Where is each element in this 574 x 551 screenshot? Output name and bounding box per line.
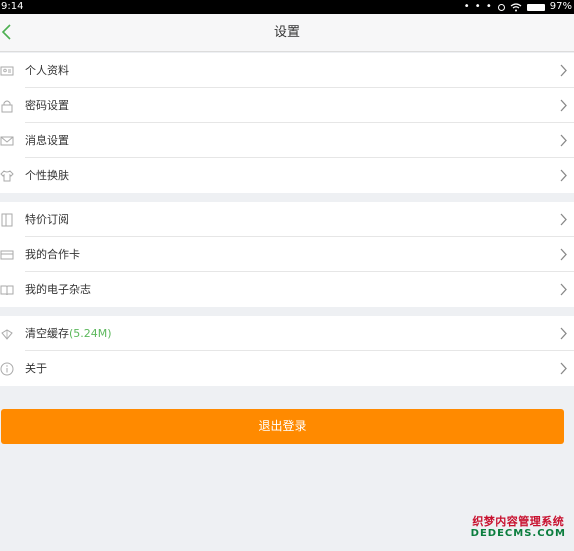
settings-item-label: 个性换肤 [25,169,69,182]
settings-item-profile[interactable]: 个人资料 [0,53,574,88]
settings-item-clear-cache[interactable]: 清空缓存(5.24M) [0,316,574,351]
chevron-right-icon [560,362,567,375]
chevron-right-icon [560,64,567,77]
watermark-line1: 织梦内容管理系统 [472,515,565,528]
book-icon [1,213,13,227]
watermark-line2: DEDECMS.COM [470,528,566,539]
settings-item-label: 消息设置 [25,134,69,147]
lock-icon [1,100,13,113]
settings-item-password[interactable]: 密码设置 [0,88,574,123]
logout-button[interactable]: 退出登录 [1,409,564,444]
settings-item-skin[interactable]: 个性换肤 [0,158,574,193]
settings-item-label: 关于 [25,362,47,375]
settings-group-account: 个人资料 密码设置 消息设置 个性换肤 [0,53,574,193]
chevron-right-icon [560,213,567,226]
broom-icon [1,329,13,340]
info-icon [0,362,14,376]
status-time: 9:14 [1,1,24,12]
settings-group-subscriptions: 特价订阅 我的合作卡 我的电子杂志 [0,202,574,307]
settings-item-e-magazine[interactable]: 我的电子杂志 [0,272,574,307]
settings-item-special-offers[interactable]: 特价订阅 [0,202,574,237]
clear-cache-label: 清空缓存 [25,327,69,340]
settings-item-label: 个人资料 [25,64,69,77]
battery-percent: 97% [549,1,572,12]
settings-group-misc: 清空缓存(5.24M) 关于 [0,316,574,386]
page-title: 设置 [273,25,300,40]
chevron-right-icon [560,134,567,147]
chevron-right-icon [560,169,567,182]
settings-item-label: 密码设置 [25,99,69,112]
chevron-right-icon [560,248,567,261]
status-dots: • • • [463,1,493,12]
status-icons: • • • 97% [464,0,572,14]
settings-item-notifications[interactable]: 消息设置 [0,123,574,158]
magazine-icon [0,285,14,296]
settings-item-label: 清空缓存(5.24M) [25,316,112,351]
id-card-icon [0,66,14,76]
chevron-right-icon [560,327,567,340]
shirt-icon [0,170,14,182]
settings-item-label: 特价订阅 [25,213,69,226]
settings-item-about[interactable]: 关于 [0,351,574,386]
status-bar: 9:14 • • • 97% [0,0,574,14]
settings-item-label: 我的合作卡 [25,248,80,261]
battery-icon [526,3,545,11]
settings-item-partner-card[interactable]: 我的合作卡 [0,237,574,272]
wifi-icon [510,2,522,11]
sync-icon [497,3,505,11]
chevron-right-icon [560,99,567,112]
card-icon [0,250,14,260]
nav-bar: 设置 [0,14,574,52]
chevron-right-icon [560,283,567,296]
envelope-icon [0,136,14,146]
watermark: 织梦内容管理系统 DEDECMS.COM [471,516,566,539]
settings-item-label: 我的电子杂志 [25,283,91,296]
cache-size: (5.24M) [69,327,112,340]
